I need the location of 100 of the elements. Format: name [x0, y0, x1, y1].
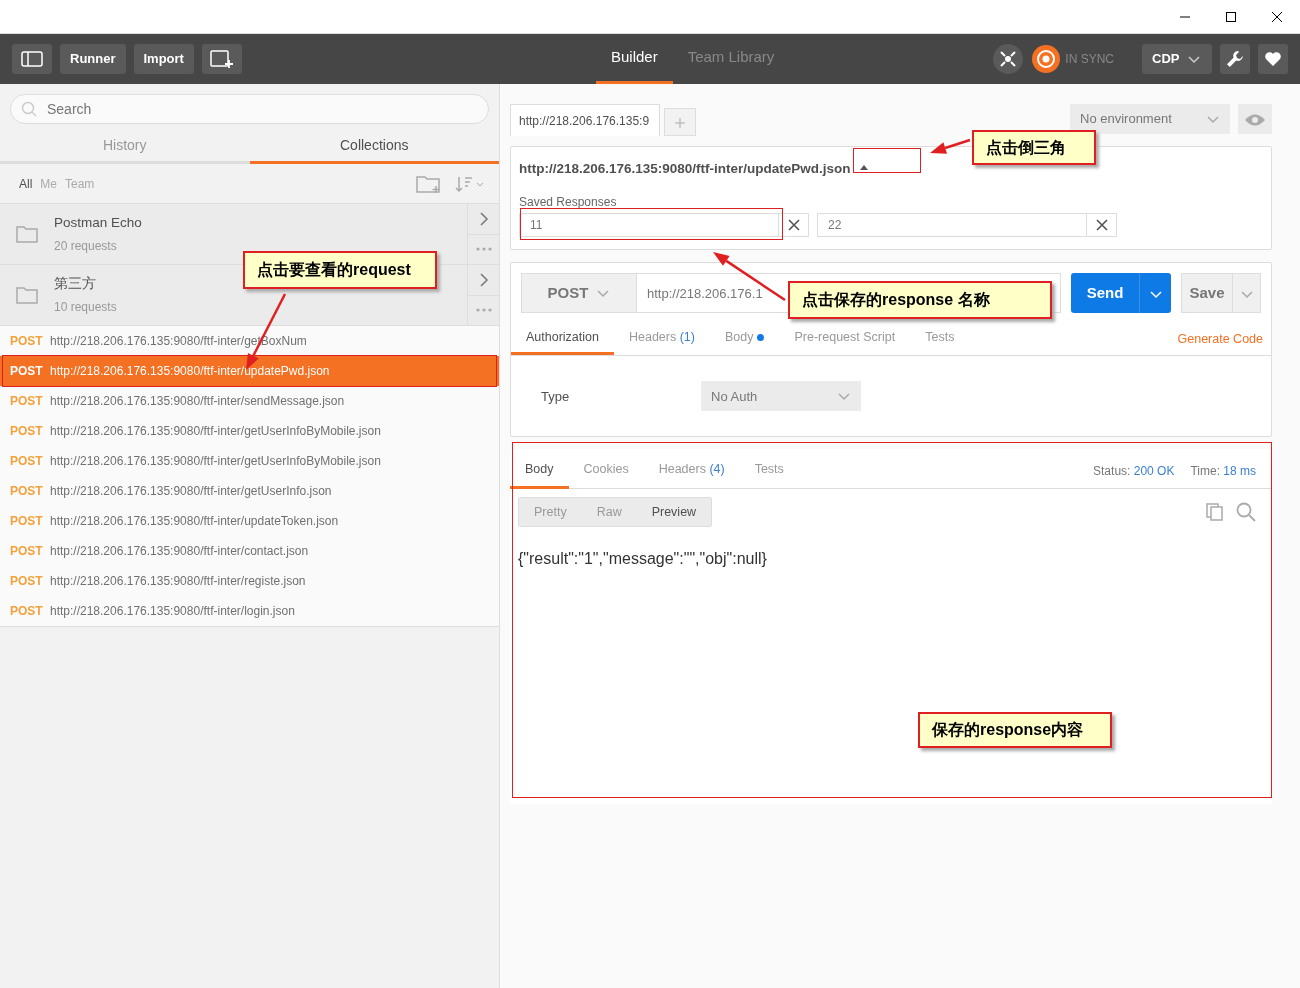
request-item[interactable]: POST http://218.206.176.135:9080/ftf-inter/getUserInfoByMobile.json — [0, 416, 499, 446]
time-label: Time: — [1190, 463, 1221, 478]
search-icon — [21, 101, 37, 117]
saved-response-item[interactable]: 22 — [817, 213, 1087, 238]
triangle-up-icon[interactable] — [858, 163, 869, 172]
response-tab[interactable]: Tests — [739, 452, 799, 489]
header-button[interactable]: Import — [133, 44, 194, 74]
eye-icon — [1244, 112, 1266, 127]
folder-icon — [16, 225, 38, 243]
header-tab[interactable]: Team Library — [672, 34, 790, 84]
request-count: 20 requests — [54, 238, 118, 256]
search-box[interactable]: Search — [10, 94, 489, 124]
method-dropdown[interactable]: POST — [521, 273, 637, 314]
filter-link[interactable]: All — [15, 174, 37, 193]
sync-icon — [1031, 44, 1062, 74]
sidebar-tab[interactable]: History — [0, 130, 250, 164]
save-button[interactable]: Save — [1181, 273, 1233, 314]
request-url: http://218.206.176.135:9080/ftf-inter/getUserInfo.json — [50, 483, 332, 500]
request-item[interactable]: POST http://218.206.176.135:9080/ftf-inter/sendMessage.json — [0, 386, 499, 416]
collection-name: 第三方 — [54, 274, 97, 293]
request-item[interactable]: POST http://218.206.176.135:9080/ftf-inter/registe.json — [0, 566, 499, 596]
interceptor-icon — [998, 49, 1019, 69]
request-title: http://218.206.176.135:9080/ftf-inter/updatePwd.json — [519, 160, 851, 178]
view-toggle[interactable]: Pretty — [519, 498, 582, 527]
request-url: http://218.206.176.135:9080/ftf-inter/registe.json — [50, 573, 306, 590]
request-section-tab[interactable]: Tests — [910, 323, 970, 356]
header-button[interactable]: Runner — [60, 44, 126, 74]
workspace-dropdown[interactable]: CDP — [1142, 44, 1212, 74]
maximize-icon[interactable] — [1225, 10, 1237, 23]
request-url: http://218.206.176.135:9080/ftf-inter/sendMessage.json — [50, 393, 345, 410]
request-section-tab[interactable]: Headers (1) — [613, 323, 710, 356]
collection-name: Postman Echo — [54, 213, 142, 232]
send-button[interactable]: Send — [1071, 273, 1139, 314]
sidebar-toggle-button[interactable] — [12, 44, 52, 74]
search-icon[interactable] — [1236, 502, 1256, 523]
request-item[interactable]: POST http://218.206.176.135:9080/ftf-inter/getUserInfoByMobile.json — [0, 446, 499, 476]
request-url: http://218.206.176.135:9080/ftf-inter/contact.json — [50, 543, 309, 560]
highlight-box — [853, 148, 921, 173]
chevron-right-icon[interactable] — [478, 272, 489, 287]
request-url: http://218.206.176.135:9080/ftf-inter/updatePwd.json — [50, 363, 330, 380]
annotation-tooltip: 点击倒三角 — [972, 130, 1096, 165]
request-url: http://218.206.176.135:9080/ftf-inter/login.json — [50, 603, 295, 620]
sort-icon[interactable] — [454, 174, 484, 193]
section-label: Saved Responses — [519, 194, 618, 212]
response-tab[interactable]: Cookies — [568, 452, 644, 489]
request-url: http://218.206.176.135:9080/ftf-inter/updateToken.json — [50, 513, 339, 530]
saved-response-item[interactable]: 11 — [519, 213, 779, 238]
status-value: 200 OK — [1133, 463, 1175, 478]
send-options-button[interactable] — [1139, 273, 1171, 314]
request-url: http://218.206.176.135:9080/ftf-inter/getUserInfoByMobile.json — [50, 453, 381, 470]
request-item[interactable]: POST http://218.206.176.135:9080/ftf-inter/getUserInfo.json — [0, 476, 499, 506]
new-tab-button[interactable] — [201, 44, 242, 74]
close-icon[interactable] — [1095, 219, 1108, 232]
generate-code-link[interactable]: Generate Code — [1177, 329, 1263, 349]
request-section-tab[interactable]: Authorization — [511, 323, 614, 356]
request-section-tab[interactable]: Body — [709, 323, 780, 356]
auth-type-dropdown[interactable]: No Auth — [701, 381, 861, 412]
request-item[interactable]: POST http://218.206.176.135:9080/ftf-inter/contact.json — [0, 536, 499, 566]
caret-icon — [837, 390, 851, 403]
request-url: http://218.206.176.135:9080/ftf-inter/getUserInfoByMobile.json — [50, 423, 381, 440]
folder-icon — [16, 286, 38, 304]
field-label: Type — [541, 387, 571, 406]
caret-icon — [1148, 288, 1163, 301]
search-field[interactable]: Search — [45, 97, 478, 121]
caret-icon — [1239, 288, 1254, 301]
close-icon[interactable] — [787, 219, 800, 232]
request-item[interactable]: POST http://218.206.176.135:9080/ftf-inter/login.json — [0, 596, 499, 626]
response-body: {"result":"1","message":"","obj":null} — [517, 549, 768, 570]
status-label: Status: — [1093, 463, 1132, 478]
sidebar-icon — [21, 51, 43, 67]
request-tab[interactable]: http://218.206.176.135:9 — [510, 104, 660, 136]
chevron-right-icon[interactable] — [478, 211, 489, 226]
annotation-tooltip: 点击保存的response 名称 — [788, 281, 1052, 319]
response-tab[interactable]: Headers (4) — [643, 452, 740, 489]
sidebar-tab[interactable]: Collections — [249, 130, 499, 164]
caret-icon — [1206, 113, 1220, 125]
heart-button[interactable] — [1258, 44, 1288, 74]
copy-icon[interactable] — [1206, 503, 1224, 522]
plus-icon — [675, 117, 685, 128]
request-section-tab[interactable]: Pre-request Script — [779, 323, 911, 356]
environment-dropdown[interactable]: No environment — [1070, 104, 1230, 134]
new-window-icon — [209, 49, 234, 69]
caret-icon — [1187, 53, 1202, 65]
wrench-icon — [1226, 50, 1244, 68]
view-toggle[interactable]: Preview — [636, 498, 712, 527]
request-item[interactable]: POST http://218.206.176.135:9080/ftf-inter/updatePwd.json — [0, 356, 499, 386]
caret-icon — [596, 287, 611, 300]
annotation-tooltip: 保存的response内容 — [918, 712, 1112, 748]
interceptor-button[interactable] — [993, 44, 1024, 74]
arrow — [930, 138, 971, 154]
close-icon[interactable] — [1271, 10, 1283, 23]
heart-icon — [1264, 51, 1282, 67]
request-count: 10 requests — [54, 299, 117, 317]
settings-button[interactable] — [1220, 44, 1250, 74]
time-value: 18 ms — [1223, 463, 1256, 478]
request-item[interactable]: POST http://218.206.176.135:9080/ftf-inter/updateToken.json — [0, 506, 499, 536]
sync-status: IN SYNC — [1065, 51, 1114, 68]
annotation-tooltip: 点击要查看的request — [243, 251, 437, 289]
view-toggle[interactable]: Raw — [581, 498, 637, 527]
response-tab[interactable]: Body — [510, 452, 569, 489]
